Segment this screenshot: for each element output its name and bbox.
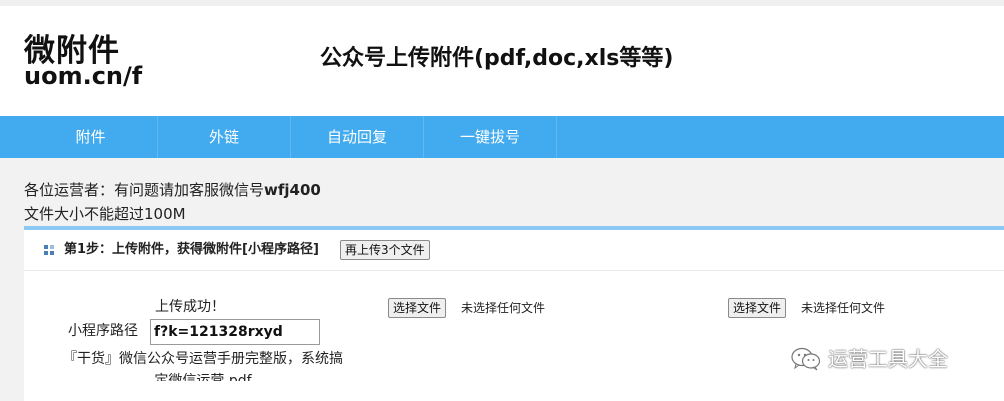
file-status-2: 未选择任何文件 <box>801 301 886 315</box>
grid-icon <box>44 245 55 256</box>
step-header: 第1步：上传附件，获得微附件[小程序路径] 再上传3个文件 <box>24 230 1004 270</box>
size-limit-notice: 文件大小不能超过100M <box>24 205 186 223</box>
site-header: 微附件 uom.cn/f 公众号上传附件(pdf,doc,xls等等) <box>0 6 1004 116</box>
choose-file-button-1[interactable]: 选择文件 <box>388 298 447 318</box>
wechat-icon <box>791 347 821 371</box>
path-label: 小程序路径 <box>68 323 138 339</box>
choose-file-button-2[interactable]: 选择文件 <box>728 298 787 318</box>
logo-url[interactable]: uom.cn/f <box>24 62 142 90</box>
upload-success-text: 上传成功！ <box>155 299 225 315</box>
reupload-button[interactable]: 再上传3个文件 <box>340 240 430 260</box>
support-notice-text: 各位运营者：有问题请加客服微信号 <box>24 181 265 199</box>
main-nav: 附件 外链 自动回复 一键拔号 <box>0 116 1004 158</box>
watermark-text: 运营工具大全 <box>828 347 948 371</box>
nav-item-auto-reply[interactable]: 自动回复 <box>291 116 424 158</box>
file-status-1: 未选择任何文件 <box>461 301 546 315</box>
mini-program-path-field[interactable] <box>150 319 320 345</box>
nav-item-external-link[interactable]: 外链 <box>158 116 291 158</box>
main-content: 各位运营者：有问题请加客服微信号wfj400 文件大小不能超过100M 第1步：… <box>0 158 1004 401</box>
nav-item-attachment[interactable]: 附件 <box>24 116 158 158</box>
support-notice: 各位运营者：有问题请加客服微信号wfj400 <box>24 180 321 200</box>
upload-panel: 第1步：上传附件，获得微附件[小程序路径] 再上传3个文件 上传成功！ 小程序路… <box>24 230 1004 401</box>
page-title: 公众号上传附件(pdf,doc,xls等等) <box>320 46 674 71</box>
step-divider <box>24 270 1004 271</box>
support-wechat-id: wfj400 <box>264 181 321 199</box>
step-label: 第1步：上传附件，获得微附件[小程序路径] <box>64 242 319 257</box>
nav-item-one-click-dial[interactable]: 一键拔号 <box>424 116 557 158</box>
uploaded-file-name: 『干货』微信公众号运营手册完整版，系统搞定微信运营.pdf <box>63 351 343 381</box>
